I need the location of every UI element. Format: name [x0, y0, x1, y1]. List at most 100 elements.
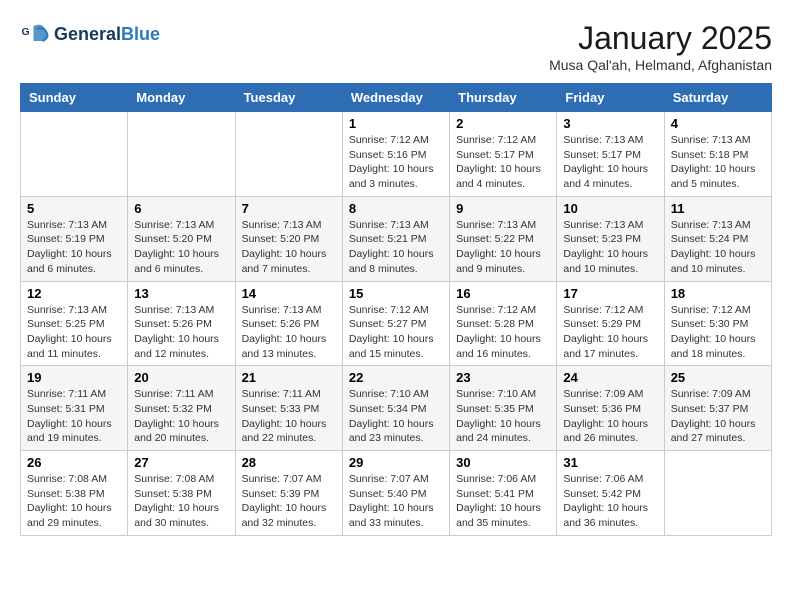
day-info: Sunrise: 7:10 AM Sunset: 5:35 PM Dayligh…	[456, 387, 550, 446]
day-info: Sunrise: 7:13 AM Sunset: 5:22 PM Dayligh…	[456, 218, 550, 277]
calendar-cell: 12Sunrise: 7:13 AM Sunset: 5:25 PM Dayli…	[21, 281, 128, 366]
weekday-header-row: SundayMondayTuesdayWednesdayThursdayFrid…	[21, 84, 772, 112]
day-number: 19	[27, 370, 121, 385]
day-number: 24	[563, 370, 657, 385]
day-info: Sunrise: 7:13 AM Sunset: 5:20 PM Dayligh…	[242, 218, 336, 277]
day-number: 8	[349, 201, 443, 216]
weekday-header-wednesday: Wednesday	[342, 84, 449, 112]
day-number: 7	[242, 201, 336, 216]
calendar-week-2: 5 Sunrise: 7:13 AM Sunset: 5:19 PM Daylig…	[21, 196, 772, 281]
day-info: Sunrise: 7:12 AM Sunset: 5:17 PM Dayligh…	[456, 133, 550, 192]
weekday-header-friday: Friday	[557, 84, 664, 112]
day-info: Sunrise: 7:09 AM Sunset: 5:37 PM Dayligh…	[671, 387, 765, 446]
title-block: January 2025 Musa Qal'ah, Helmand, Afgha…	[549, 20, 772, 73]
day-number: 4	[671, 116, 765, 131]
calendar-cell: 3 Sunrise: 7:13 AM Sunset: 5:17 PM Daylig…	[557, 112, 664, 197]
calendar-cell: 10Sunrise: 7:13 AM Sunset: 5:23 PM Dayli…	[557, 196, 664, 281]
day-number: 15	[349, 286, 443, 301]
calendar-cell: 16 Sunrise: 7:12 AM Sunset: 5:28 PM Dayli…	[450, 281, 557, 366]
calendar-cell: 2 Sunrise: 7:12 AM Sunset: 5:17 PM Daylig…	[450, 112, 557, 197]
day-info: Sunrise: 7:12 AM Sunset: 5:27 PM Dayligh…	[349, 303, 443, 362]
calendar-cell: 5 Sunrise: 7:13 AM Sunset: 5:19 PM Daylig…	[21, 196, 128, 281]
calendar-cell: 15 Sunrise: 7:12 AM Sunset: 5:27 PM Dayli…	[342, 281, 449, 366]
weekday-header-monday: Monday	[128, 84, 235, 112]
day-info: Sunrise: 7:13 AM Sunset: 5:26 PM Dayligh…	[134, 303, 228, 362]
calendar-cell: 8 Sunrise: 7:13 AM Sunset: 5:21 PM Daylig…	[342, 196, 449, 281]
day-number: 10	[563, 201, 657, 216]
calendar-cell: 22 Sunrise: 7:10 AM Sunset: 5:34 PM Dayli…	[342, 366, 449, 451]
calendar-cell: 25Sunrise: 7:09 AM Sunset: 5:37 PM Dayli…	[664, 366, 771, 451]
calendar-cell: 17 Sunrise: 7:12 AM Sunset: 5:29 PM Dayli…	[557, 281, 664, 366]
calendar-cell	[21, 112, 128, 197]
calendar-cell: 19Sunrise: 7:11 AM Sunset: 5:31 PM Dayli…	[21, 366, 128, 451]
calendar-cell: 4 Sunrise: 7:13 AM Sunset: 5:18 PM Daylig…	[664, 112, 771, 197]
calendar-cell: 26 Sunrise: 7:08 AM Sunset: 5:38 PM Dayli…	[21, 451, 128, 536]
calendar-cell	[128, 112, 235, 197]
day-info: Sunrise: 7:13 AM Sunset: 5:17 PM Dayligh…	[563, 133, 657, 192]
day-number: 17	[563, 286, 657, 301]
day-info: Sunrise: 7:06 AM Sunset: 5:42 PM Dayligh…	[563, 472, 657, 531]
day-info: Sunrise: 7:08 AM Sunset: 5:38 PM Dayligh…	[134, 472, 228, 531]
calendar-cell: 28Sunrise: 7:07 AM Sunset: 5:39 PM Dayli…	[235, 451, 342, 536]
day-info: Sunrise: 7:12 AM Sunset: 5:30 PM Dayligh…	[671, 303, 765, 362]
day-info: Sunrise: 7:10 AM Sunset: 5:34 PM Dayligh…	[349, 387, 443, 446]
day-number: 6	[134, 201, 228, 216]
day-number: 21	[242, 370, 336, 385]
day-info: Sunrise: 7:08 AM Sunset: 5:38 PM Dayligh…	[27, 472, 121, 531]
day-number: 2	[456, 116, 550, 131]
day-number: 26	[27, 455, 121, 470]
weekday-header-sunday: Sunday	[21, 84, 128, 112]
day-number: 27	[134, 455, 228, 470]
calendar-table: SundayMondayTuesdayWednesdayThursdayFrid…	[20, 83, 772, 536]
calendar-cell: 6Sunrise: 7:13 AM Sunset: 5:20 PM Daylig…	[128, 196, 235, 281]
day-number: 23	[456, 370, 550, 385]
day-info: Sunrise: 7:12 AM Sunset: 5:29 PM Dayligh…	[563, 303, 657, 362]
day-number: 13	[134, 286, 228, 301]
day-number: 12	[27, 286, 121, 301]
calendar-cell: 7 Sunrise: 7:13 AM Sunset: 5:20 PM Daylig…	[235, 196, 342, 281]
calendar-cell	[235, 112, 342, 197]
calendar-cell: 14 Sunrise: 7:13 AM Sunset: 5:26 PM Dayli…	[235, 281, 342, 366]
day-number: 11	[671, 201, 765, 216]
day-number: 29	[349, 455, 443, 470]
calendar-cell: 1Sunrise: 7:12 AM Sunset: 5:16 PM Daylig…	[342, 112, 449, 197]
calendar-cell: 11 Sunrise: 7:13 AM Sunset: 5:24 PM Dayli…	[664, 196, 771, 281]
weekday-header-thursday: Thursday	[450, 84, 557, 112]
day-info: Sunrise: 7:09 AM Sunset: 5:36 PM Dayligh…	[563, 387, 657, 446]
day-info: Sunrise: 7:11 AM Sunset: 5:33 PM Dayligh…	[242, 387, 336, 446]
calendar-cell: 30Sunrise: 7:06 AM Sunset: 5:41 PM Dayli…	[450, 451, 557, 536]
logo: G GeneralBlue	[20, 20, 160, 50]
day-number: 20	[134, 370, 228, 385]
day-info: Sunrise: 7:13 AM Sunset: 5:26 PM Dayligh…	[242, 303, 336, 362]
calendar-week-5: 26 Sunrise: 7:08 AM Sunset: 5:38 PM Dayli…	[21, 451, 772, 536]
calendar-cell: 18 Sunrise: 7:12 AM Sunset: 5:30 PM Dayli…	[664, 281, 771, 366]
day-number: 22	[349, 370, 443, 385]
day-number: 16	[456, 286, 550, 301]
day-info: Sunrise: 7:11 AM Sunset: 5:32 PM Dayligh…	[134, 387, 228, 446]
calendar-cell: 24 Sunrise: 7:09 AM Sunset: 5:36 PM Dayli…	[557, 366, 664, 451]
svg-text:G: G	[22, 26, 30, 38]
day-info: Sunrise: 7:12 AM Sunset: 5:28 PM Dayligh…	[456, 303, 550, 362]
day-number: 18	[671, 286, 765, 301]
day-info: Sunrise: 7:13 AM Sunset: 5:18 PM Dayligh…	[671, 133, 765, 192]
day-info: Sunrise: 7:13 AM Sunset: 5:21 PM Dayligh…	[349, 218, 443, 277]
logo-icon: G	[20, 20, 50, 50]
day-info: Sunrise: 7:07 AM Sunset: 5:40 PM Dayligh…	[349, 472, 443, 531]
calendar-week-3: 12Sunrise: 7:13 AM Sunset: 5:25 PM Dayli…	[21, 281, 772, 366]
day-number: 5	[27, 201, 121, 216]
day-info: Sunrise: 7:13 AM Sunset: 5:24 PM Dayligh…	[671, 218, 765, 277]
day-number: 3	[563, 116, 657, 131]
logo-text: GeneralBlue	[54, 24, 160, 46]
calendar-cell: 21 Sunrise: 7:11 AM Sunset: 5:33 PM Dayli…	[235, 366, 342, 451]
calendar-cell: 9Sunrise: 7:13 AM Sunset: 5:22 PM Daylig…	[450, 196, 557, 281]
calendar-week-4: 19Sunrise: 7:11 AM Sunset: 5:31 PM Dayli…	[21, 366, 772, 451]
day-number: 14	[242, 286, 336, 301]
weekday-header-saturday: Saturday	[664, 84, 771, 112]
day-info: Sunrise: 7:07 AM Sunset: 5:39 PM Dayligh…	[242, 472, 336, 531]
calendar-cell	[664, 451, 771, 536]
page-header: G GeneralBlue January 2025 Musa Qal'ah, …	[20, 20, 772, 73]
day-info: Sunrise: 7:13 AM Sunset: 5:19 PM Dayligh…	[27, 218, 121, 277]
location-subtitle: Musa Qal'ah, Helmand, Afghanistan	[549, 57, 772, 73]
calendar-week-1: 1Sunrise: 7:12 AM Sunset: 5:16 PM Daylig…	[21, 112, 772, 197]
day-number: 1	[349, 116, 443, 131]
